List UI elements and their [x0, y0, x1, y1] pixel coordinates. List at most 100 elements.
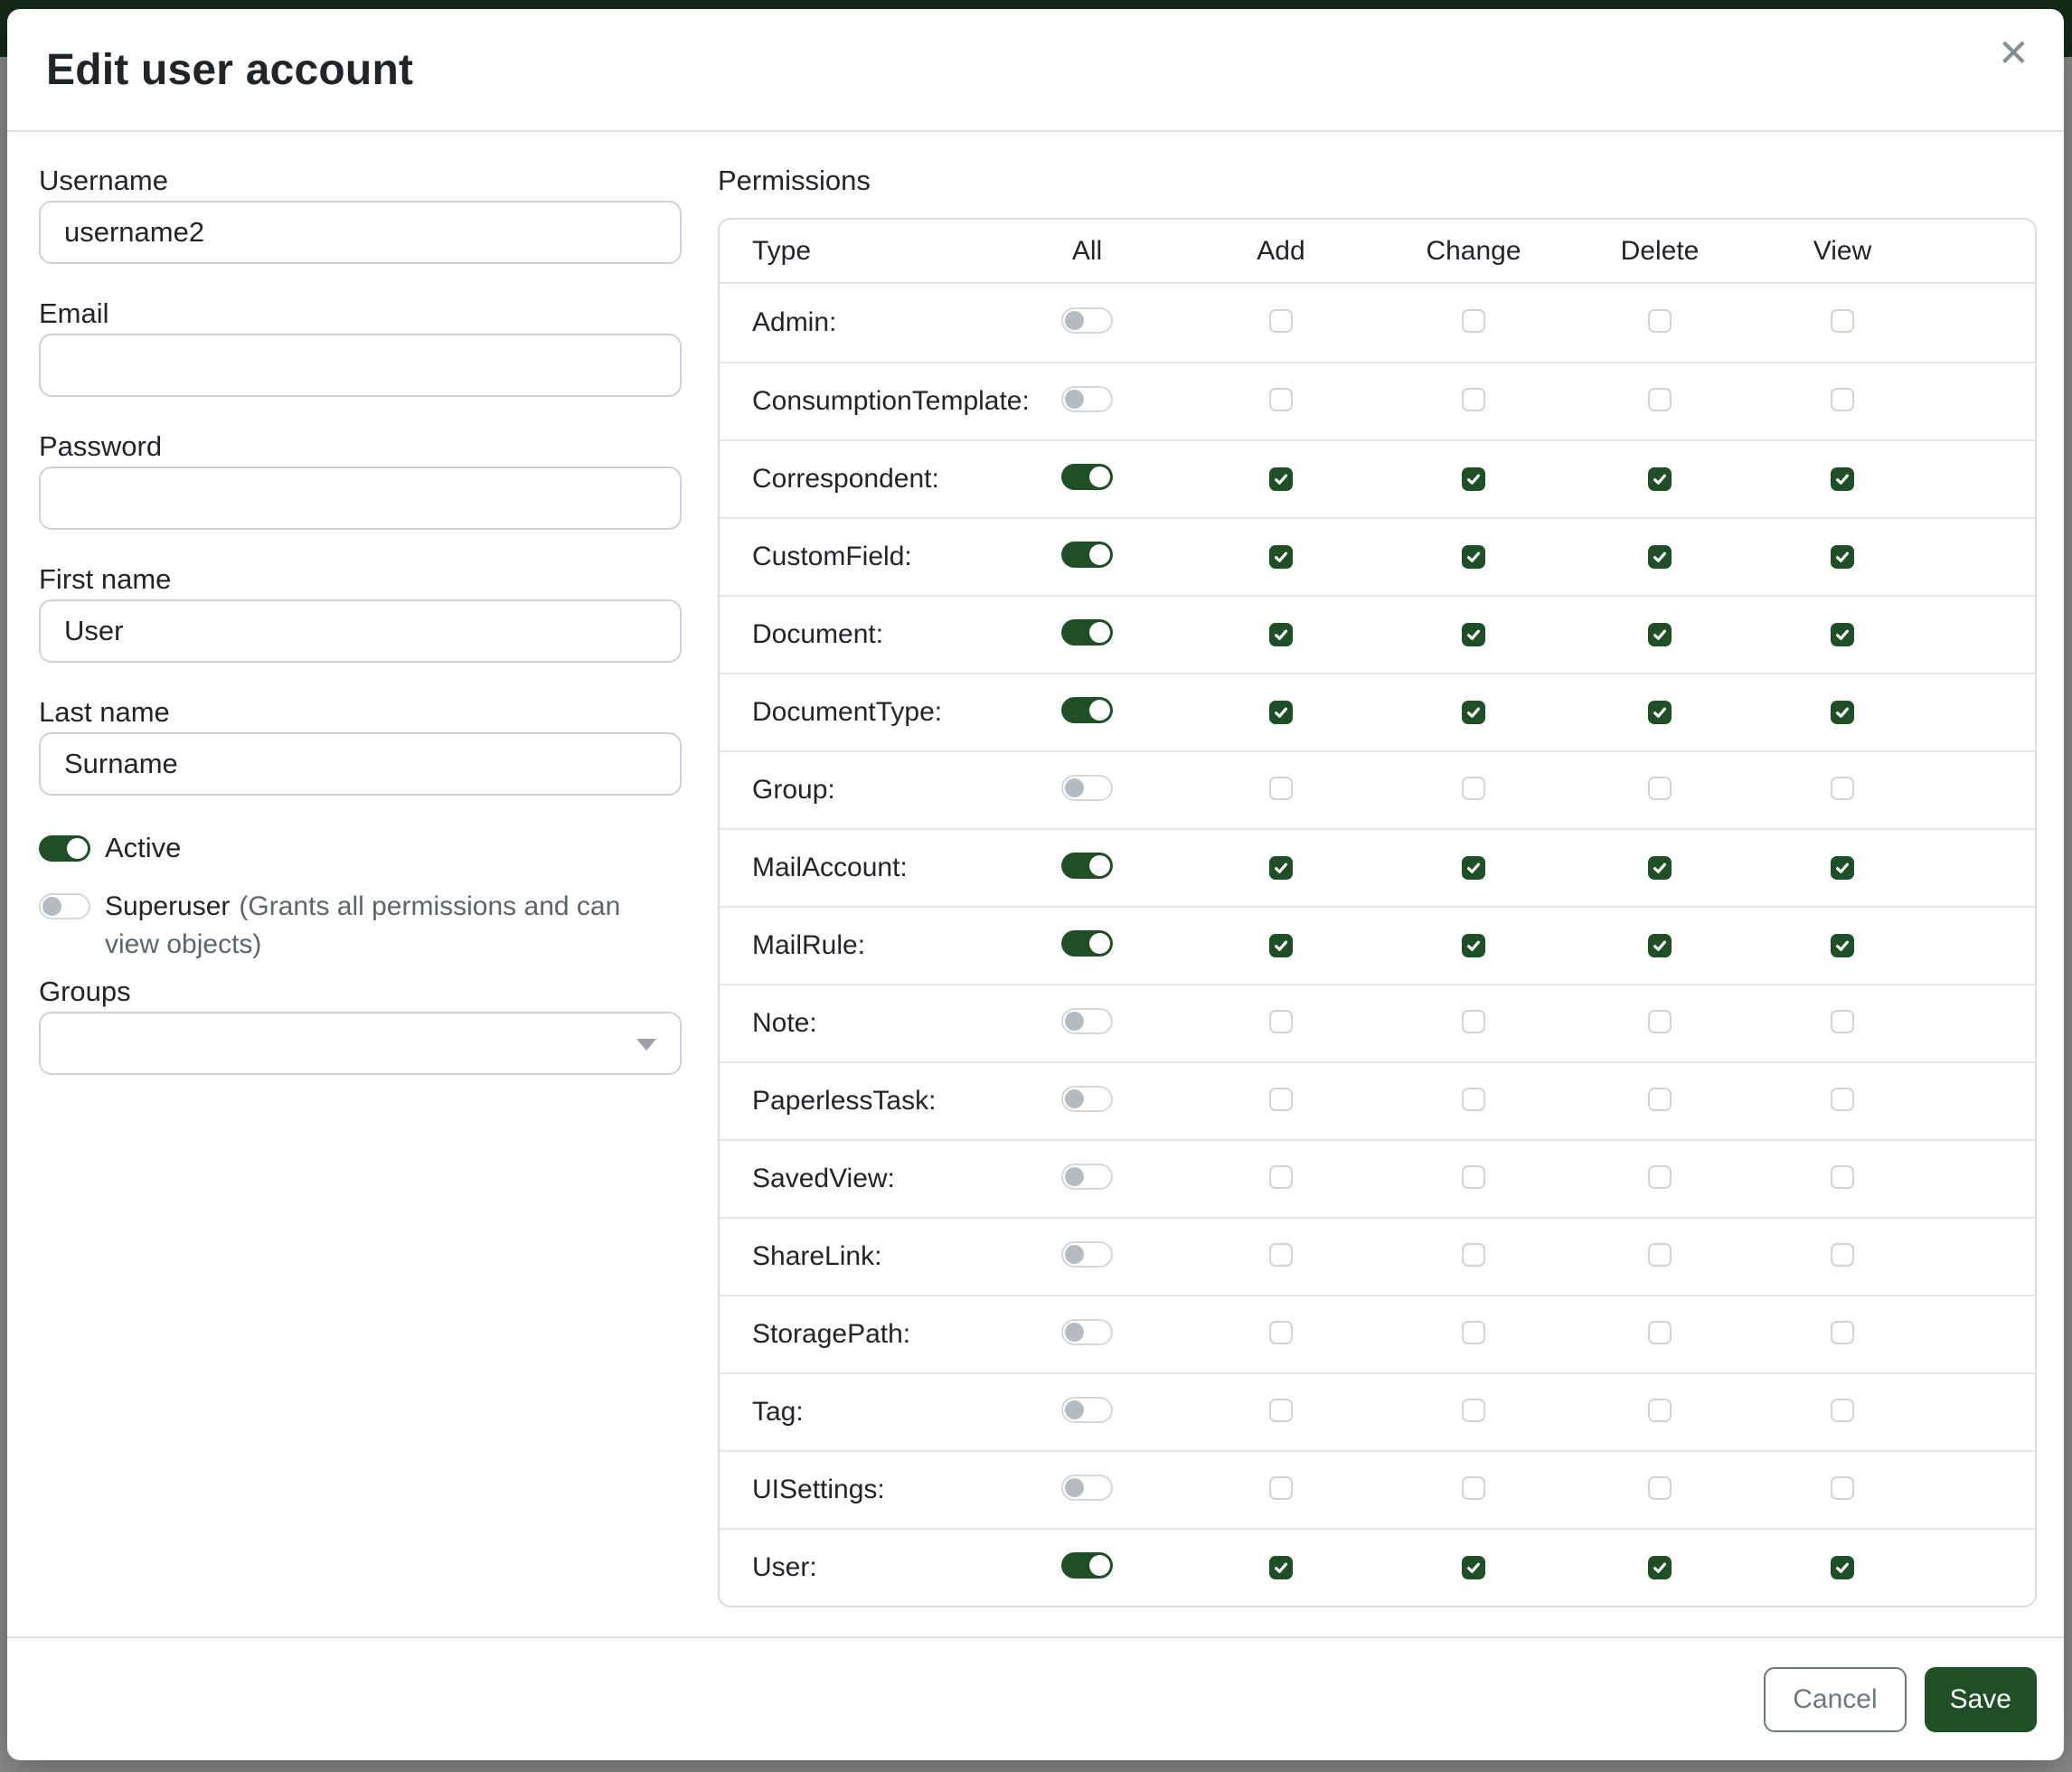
- permission-change-checkbox[interactable]: [1462, 934, 1485, 957]
- groups-select[interactable]: [39, 1012, 682, 1075]
- permission-delete-checkbox[interactable]: [1648, 1556, 1672, 1579]
- permission-add-checkbox[interactable]: [1269, 934, 1293, 957]
- permission-add-checkbox[interactable]: [1269, 309, 1293, 333]
- permission-view-checkbox[interactable]: [1831, 623, 1854, 646]
- permission-view-checkbox[interactable]: [1831, 856, 1854, 880]
- permission-view-checkbox[interactable]: [1831, 1399, 1854, 1422]
- superuser-label: Superuser: [105, 891, 230, 921]
- permission-all-toggle[interactable]: [1061, 1008, 1113, 1034]
- check-icon: [1273, 938, 1289, 954]
- permission-add-checkbox[interactable]: [1269, 467, 1293, 491]
- permission-add-checkbox[interactable]: [1269, 777, 1293, 800]
- permission-add-checkbox[interactable]: [1269, 623, 1293, 646]
- permission-view-checkbox[interactable]: [1831, 545, 1854, 569]
- permission-view-checkbox[interactable]: [1831, 1321, 1854, 1344]
- permission-change-checkbox[interactable]: [1462, 1243, 1485, 1267]
- permission-change-checkbox[interactable]: [1462, 1010, 1485, 1033]
- permission-add-checkbox[interactable]: [1269, 1399, 1293, 1422]
- permission-add-checkbox[interactable]: [1269, 1243, 1293, 1267]
- permission-add-checkbox[interactable]: [1269, 1321, 1293, 1344]
- permission-change-checkbox[interactable]: [1462, 623, 1485, 646]
- permission-add-checkbox[interactable]: [1269, 1476, 1293, 1500]
- permission-delete-checkbox[interactable]: [1648, 467, 1672, 491]
- permission-view-checkbox[interactable]: [1831, 1243, 1854, 1267]
- permission-view-checkbox[interactable]: [1831, 1556, 1854, 1579]
- first-name-field[interactable]: [39, 599, 682, 663]
- permission-view-checkbox[interactable]: [1831, 777, 1854, 800]
- permission-change-checkbox[interactable]: [1462, 1165, 1485, 1189]
- username-input[interactable]: [39, 201, 682, 264]
- permission-change-checkbox[interactable]: [1462, 1476, 1485, 1500]
- permission-change-checkbox[interactable]: [1462, 1088, 1485, 1111]
- permission-delete-checkbox[interactable]: [1648, 388, 1672, 411]
- permission-all-toggle[interactable]: [1061, 307, 1113, 334]
- permission-all-toggle[interactable]: [1061, 1552, 1113, 1579]
- superuser-toggle[interactable]: [39, 893, 90, 919]
- permission-all-toggle[interactable]: [1061, 1086, 1113, 1112]
- permission-view-checkbox[interactable]: [1831, 309, 1854, 333]
- permission-all-toggle[interactable]: [1061, 930, 1113, 957]
- permission-delete-checkbox[interactable]: [1648, 1010, 1672, 1033]
- permission-delete-checkbox[interactable]: [1648, 1321, 1672, 1344]
- permission-change-checkbox[interactable]: [1462, 777, 1485, 800]
- last-name-field[interactable]: [39, 732, 682, 796]
- permission-change-checkbox[interactable]: [1462, 701, 1485, 724]
- permission-view-checkbox[interactable]: [1831, 1476, 1854, 1500]
- permission-view-checkbox[interactable]: [1831, 1088, 1854, 1111]
- table-row: SavedView:: [720, 1139, 2035, 1217]
- permission-all-toggle[interactable]: [1061, 853, 1113, 879]
- save-button[interactable]: Save: [1925, 1667, 2037, 1732]
- permission-delete-checkbox[interactable]: [1648, 309, 1672, 333]
- permission-change-checkbox[interactable]: [1462, 309, 1485, 333]
- table-row: DocumentType:: [720, 673, 2035, 750]
- permission-delete-checkbox[interactable]: [1648, 934, 1672, 957]
- permission-add-checkbox[interactable]: [1269, 1010, 1293, 1033]
- permission-change-checkbox[interactable]: [1462, 1321, 1485, 1344]
- email-field[interactable]: [39, 334, 682, 397]
- permission-change-checkbox[interactable]: [1462, 545, 1485, 569]
- permission-delete-checkbox[interactable]: [1648, 1476, 1672, 1500]
- permission-all-toggle[interactable]: [1061, 1397, 1113, 1423]
- permission-all-toggle[interactable]: [1061, 386, 1113, 412]
- permission-delete-checkbox[interactable]: [1648, 1399, 1672, 1422]
- permission-change-checkbox[interactable]: [1462, 1399, 1485, 1422]
- permission-all-toggle[interactable]: [1061, 542, 1113, 568]
- permission-change-checkbox[interactable]: [1462, 1556, 1485, 1579]
- permission-delete-checkbox[interactable]: [1648, 623, 1672, 646]
- permission-change-checkbox[interactable]: [1462, 467, 1485, 491]
- permission-add-checkbox[interactable]: [1269, 1165, 1293, 1189]
- permission-add-checkbox[interactable]: [1269, 1556, 1293, 1579]
- permission-delete-checkbox[interactable]: [1648, 701, 1672, 724]
- permission-delete-checkbox[interactable]: [1648, 856, 1672, 880]
- permission-all-toggle[interactable]: [1061, 697, 1113, 723]
- permission-view-checkbox[interactable]: [1831, 388, 1854, 411]
- permission-delete-checkbox[interactable]: [1648, 1088, 1672, 1111]
- permission-change-checkbox[interactable]: [1462, 856, 1485, 880]
- permission-view-checkbox[interactable]: [1831, 1010, 1854, 1033]
- permission-add-checkbox[interactable]: [1269, 388, 1293, 411]
- permission-delete-checkbox[interactable]: [1648, 545, 1672, 569]
- permission-change-checkbox[interactable]: [1462, 388, 1485, 411]
- permission-delete-checkbox[interactable]: [1648, 1243, 1672, 1267]
- permission-all-toggle[interactable]: [1061, 775, 1113, 801]
- permission-all-toggle[interactable]: [1061, 1241, 1113, 1268]
- permission-add-checkbox[interactable]: [1269, 1088, 1293, 1111]
- permission-view-checkbox[interactable]: [1831, 467, 1854, 491]
- permission-add-checkbox[interactable]: [1269, 701, 1293, 724]
- permission-add-checkbox[interactable]: [1269, 856, 1293, 880]
- cancel-button[interactable]: Cancel: [1764, 1667, 1906, 1732]
- permission-all-toggle[interactable]: [1061, 1319, 1113, 1345]
- close-icon[interactable]: ✕: [1998, 34, 2030, 72]
- permission-all-toggle[interactable]: [1061, 1164, 1113, 1190]
- permission-delete-checkbox[interactable]: [1648, 1165, 1672, 1189]
- permission-delete-checkbox[interactable]: [1648, 777, 1672, 800]
- permission-view-checkbox[interactable]: [1831, 1165, 1854, 1189]
- active-toggle[interactable]: [39, 835, 90, 862]
- permission-all-toggle[interactable]: [1061, 619, 1113, 646]
- password-field[interactable]: [39, 467, 682, 530]
- permission-view-checkbox[interactable]: [1831, 934, 1854, 957]
- permission-add-checkbox[interactable]: [1269, 545, 1293, 569]
- permission-view-checkbox[interactable]: [1831, 701, 1854, 724]
- permission-all-toggle[interactable]: [1061, 1475, 1113, 1501]
- permission-all-toggle[interactable]: [1061, 464, 1113, 490]
